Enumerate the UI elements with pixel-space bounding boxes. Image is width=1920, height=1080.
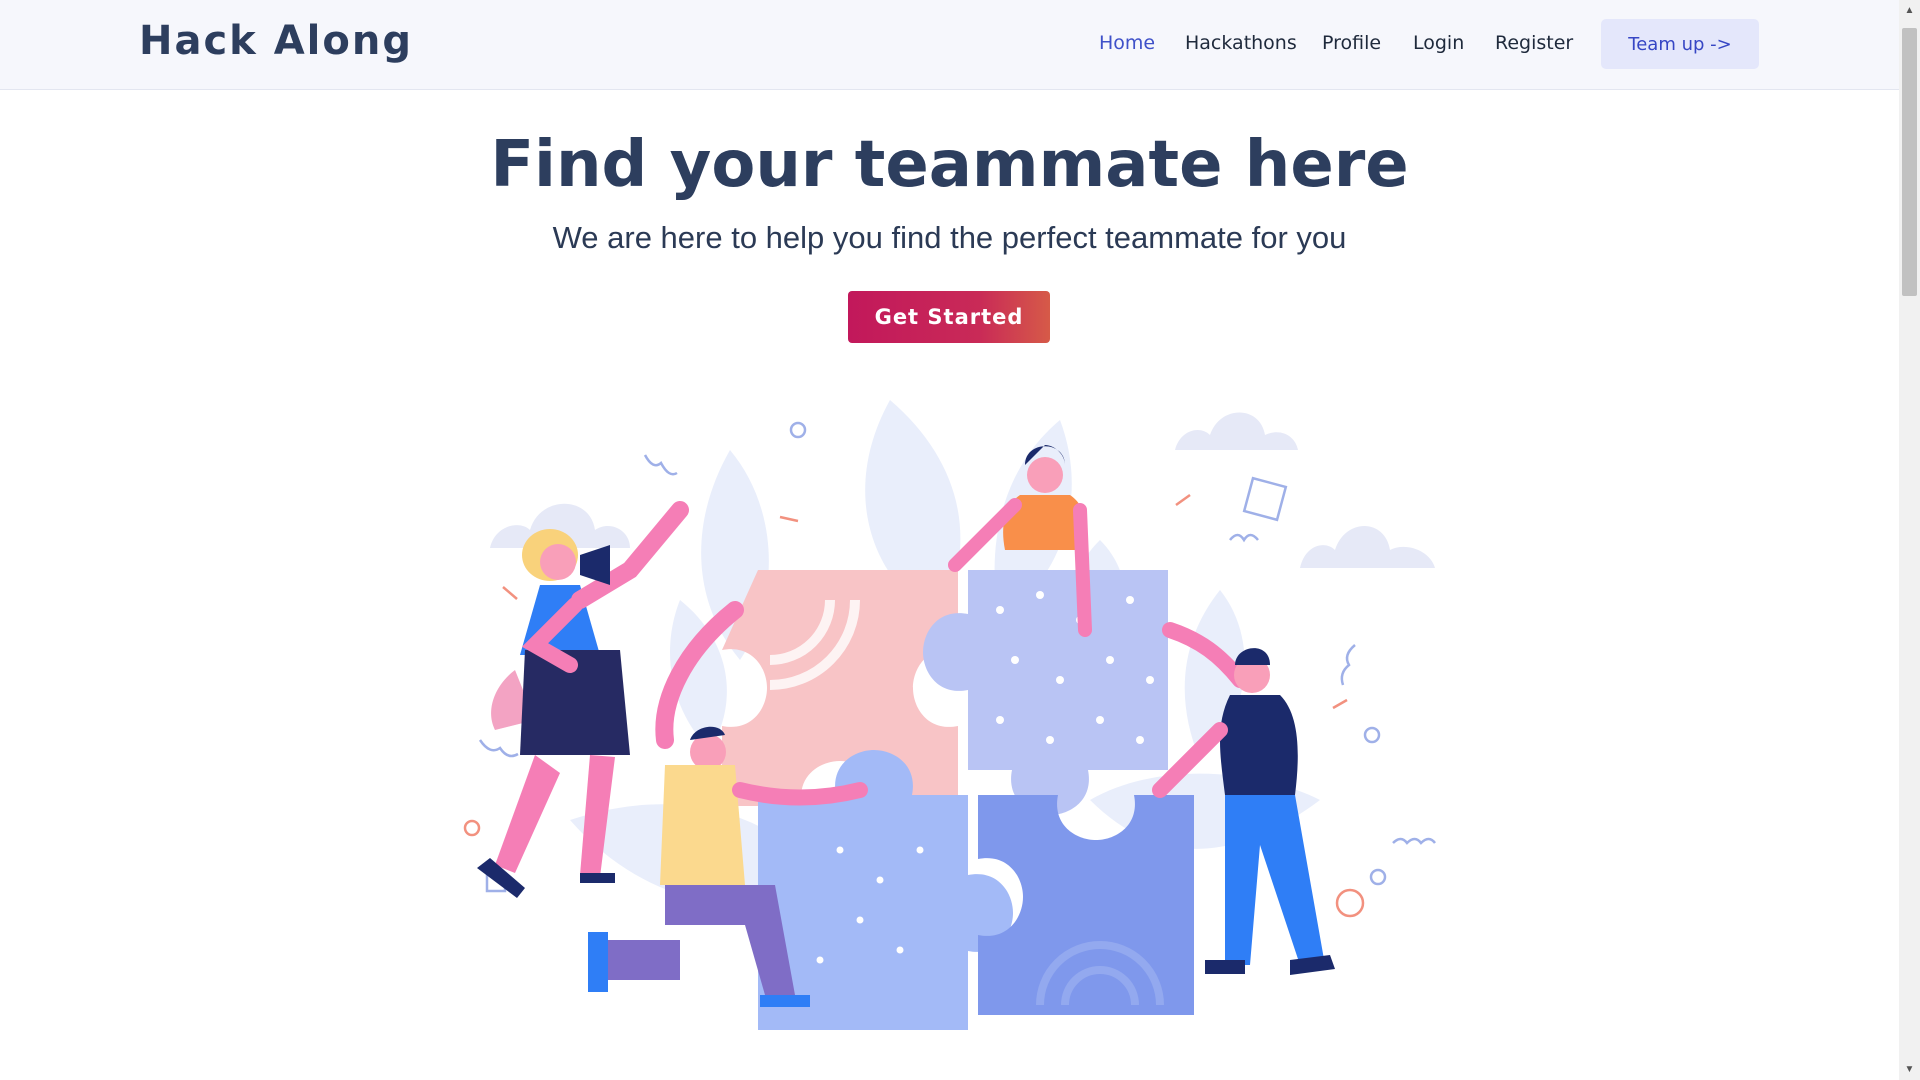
nav-home-link[interactable]: Home [1099,32,1155,54]
scrollbar-thumb[interactable] [1902,28,1917,296]
navbar: Hack Along Home Hackathons Profile Login… [0,0,1899,90]
nav-hackathons-link[interactable]: Hackathons [1185,32,1297,54]
team-puzzle-illustration [440,380,1440,1035]
scroll-up-arrow-icon[interactable]: ▲ [1899,0,1920,21]
page-scrollbar[interactable]: ▲ ▼ [1899,0,1920,1080]
scroll-down-arrow-icon[interactable]: ▼ [1899,1059,1920,1080]
hero-subtitle: We are here to help you find the perfect… [552,220,1347,255]
nav-profile-link[interactable]: Profile [1322,32,1381,54]
nav-register-link[interactable]: Register [1495,32,1573,54]
team-up-button[interactable]: Team up -> [1601,19,1759,69]
page: Hack Along Home Hackathons Profile Login… [0,0,1899,1080]
hero-title: Find your teammate here [490,128,1409,202]
nav-login-link[interactable]: Login [1413,32,1464,54]
get-started-button[interactable]: Get Started [848,291,1050,343]
brand-logo[interactable]: Hack Along [139,18,413,64]
